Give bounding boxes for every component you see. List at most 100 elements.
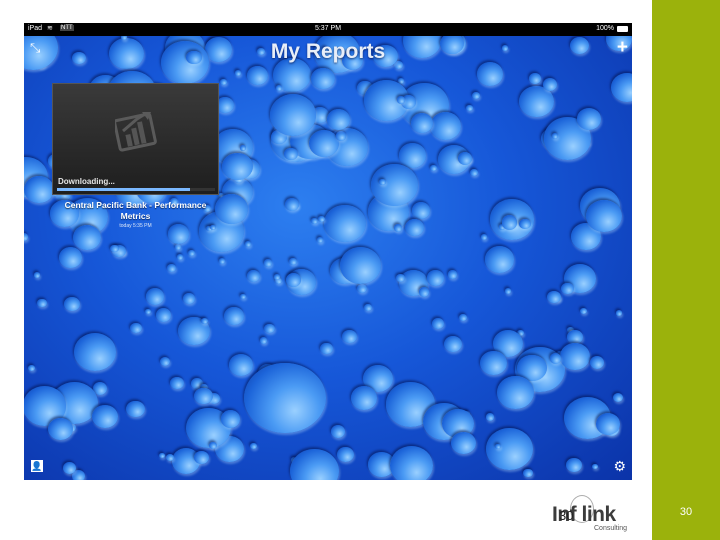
water-drop bbox=[174, 244, 182, 250]
water-drop bbox=[63, 296, 80, 312]
add-report-button[interactable]: + bbox=[617, 37, 628, 59]
screen-title: My Reports bbox=[270, 40, 386, 63]
water-drop bbox=[566, 457, 583, 473]
water-drop bbox=[130, 323, 142, 334]
water-drop bbox=[591, 463, 598, 470]
water-drop bbox=[126, 400, 145, 418]
water-drop bbox=[289, 257, 298, 265]
water-drop bbox=[523, 468, 533, 478]
water-drop bbox=[182, 293, 195, 305]
report-thumbnail[interactable]: Downloading... bbox=[52, 83, 219, 195]
status-time: 5:37 PM bbox=[314, 25, 342, 32]
water-drop bbox=[340, 246, 382, 284]
water-drop bbox=[471, 91, 480, 99]
water-drop bbox=[543, 78, 558, 91]
water-drop bbox=[159, 452, 166, 459]
water-drop bbox=[24, 232, 29, 241]
water-drop bbox=[485, 246, 515, 273]
water-drop bbox=[443, 335, 463, 353]
water-drop bbox=[223, 307, 244, 326]
battery-icon bbox=[617, 26, 628, 32]
water-drop bbox=[229, 353, 254, 376]
slide-accent-bar bbox=[652, 0, 720, 540]
water-drop bbox=[33, 272, 40, 278]
water-drop bbox=[264, 323, 275, 334]
water-drop bbox=[145, 288, 165, 306]
download-progress-fill bbox=[57, 188, 190, 191]
download-status: Downloading... bbox=[58, 177, 115, 186]
water-drop bbox=[399, 143, 427, 168]
water-drop bbox=[418, 287, 430, 297]
water-drop bbox=[561, 283, 574, 295]
water-drop bbox=[218, 257, 226, 264]
water-drop bbox=[144, 309, 151, 315]
water-drop bbox=[156, 308, 172, 323]
water-drop bbox=[431, 318, 445, 330]
water-drop bbox=[245, 241, 252, 247]
water-drop bbox=[188, 250, 195, 257]
water-drop bbox=[447, 270, 457, 279]
water-drop bbox=[590, 355, 605, 369]
page-number: 30 bbox=[679, 506, 693, 518]
water-drop bbox=[166, 264, 177, 273]
water-drop bbox=[324, 205, 366, 243]
water-drop bbox=[613, 393, 624, 403]
report-title[interactable]: Central Pacific Bank - Performance Metri… bbox=[52, 200, 219, 222]
water-drop bbox=[269, 94, 316, 137]
water-drop bbox=[264, 259, 273, 267]
water-drop bbox=[518, 218, 531, 230]
water-drop bbox=[331, 425, 346, 438]
water-drop bbox=[466, 105, 473, 111]
water-drop bbox=[501, 215, 518, 230]
water-drop bbox=[450, 431, 476, 454]
status-bar: iPad ≋ NTT 5:37 PM 100% bbox=[24, 23, 632, 36]
water-drop bbox=[317, 215, 325, 222]
water-drop bbox=[58, 247, 83, 269]
water-drop bbox=[430, 164, 438, 172]
water-drop bbox=[549, 353, 562, 364]
water-drop bbox=[396, 96, 405, 104]
water-drop bbox=[239, 293, 246, 300]
water-drop bbox=[389, 445, 434, 480]
water-drop bbox=[24, 176, 54, 203]
water-drop bbox=[459, 314, 468, 322]
water-drop bbox=[480, 351, 507, 376]
water-drop bbox=[169, 376, 184, 390]
water-drop bbox=[529, 73, 542, 84]
water-drop bbox=[426, 269, 444, 286]
water-drop bbox=[177, 254, 184, 260]
water-drop bbox=[284, 147, 298, 161]
water-drop bbox=[290, 448, 339, 480]
water-drop bbox=[476, 62, 503, 86]
water-drop bbox=[497, 375, 534, 409]
water-drop bbox=[610, 73, 632, 103]
water-drop bbox=[310, 67, 335, 89]
water-drop bbox=[222, 153, 253, 181]
water-drop bbox=[615, 310, 622, 316]
water-drop bbox=[486, 428, 533, 471]
water-drop bbox=[246, 270, 260, 283]
profile-icon[interactable]: 👤 bbox=[31, 460, 43, 472]
water-drop bbox=[250, 442, 257, 449]
water-drop bbox=[215, 194, 248, 224]
water-drop bbox=[320, 342, 333, 354]
water-drop bbox=[110, 244, 119, 252]
water-drop bbox=[429, 112, 462, 141]
water-drop bbox=[275, 85, 282, 91]
water-drop bbox=[335, 131, 347, 141]
report-card[interactable]: Downloading... Central Pacific Bank - Pe… bbox=[52, 83, 219, 233]
collapse-arrows-icon[interactable]: ⤡ bbox=[30, 40, 40, 56]
water-drop bbox=[311, 217, 318, 224]
water-drop bbox=[342, 330, 357, 344]
water-drop bbox=[485, 413, 495, 422]
chart-report-icon bbox=[115, 112, 157, 152]
water-drop bbox=[469, 168, 478, 176]
logo-subtitle: Consulting bbox=[594, 525, 628, 532]
overlay-slide-number: 30 bbox=[559, 508, 574, 523]
water-drop bbox=[92, 404, 118, 428]
water-drop bbox=[221, 410, 241, 428]
gear-icon[interactable]: ⚙ bbox=[613, 458, 626, 475]
water-drop bbox=[480, 234, 487, 240]
water-drop bbox=[220, 79, 227, 86]
battery-percent: 100% bbox=[596, 25, 614, 32]
